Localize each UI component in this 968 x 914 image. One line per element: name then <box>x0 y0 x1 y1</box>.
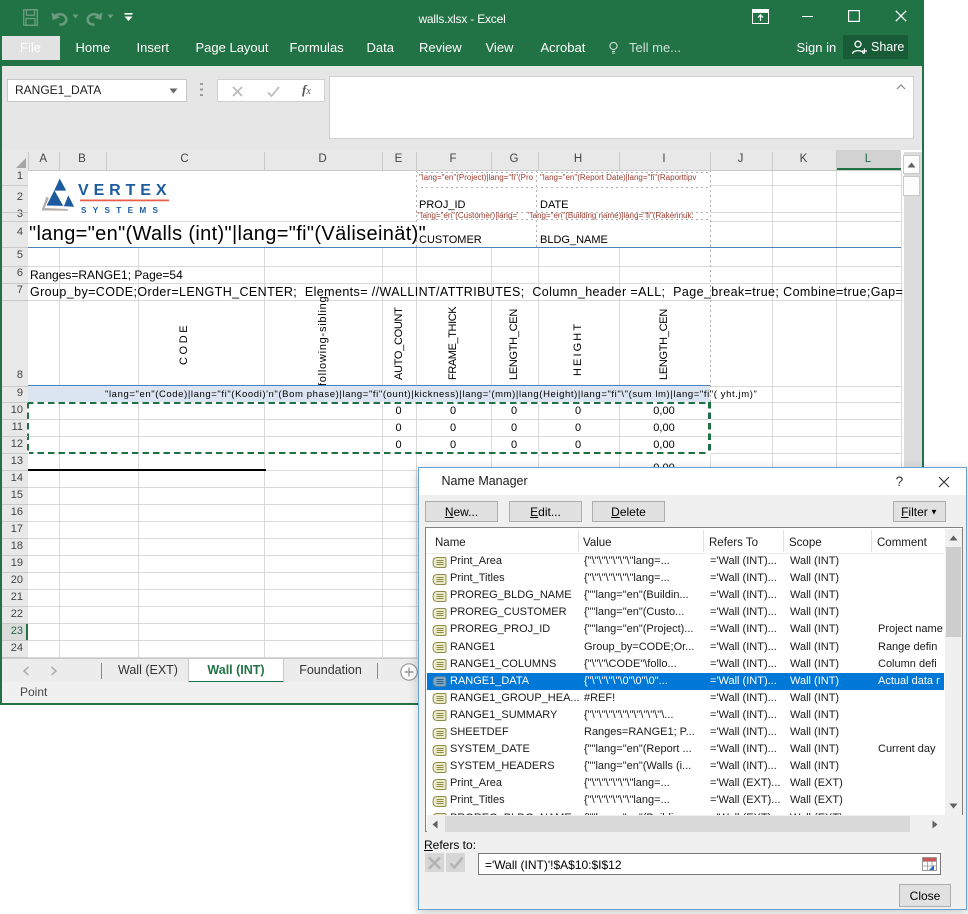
svg-text:SYSTEMS: SYSTEMS <box>81 206 164 215</box>
svg-text:VERTEX: VERTEX <box>78 182 171 199</box>
